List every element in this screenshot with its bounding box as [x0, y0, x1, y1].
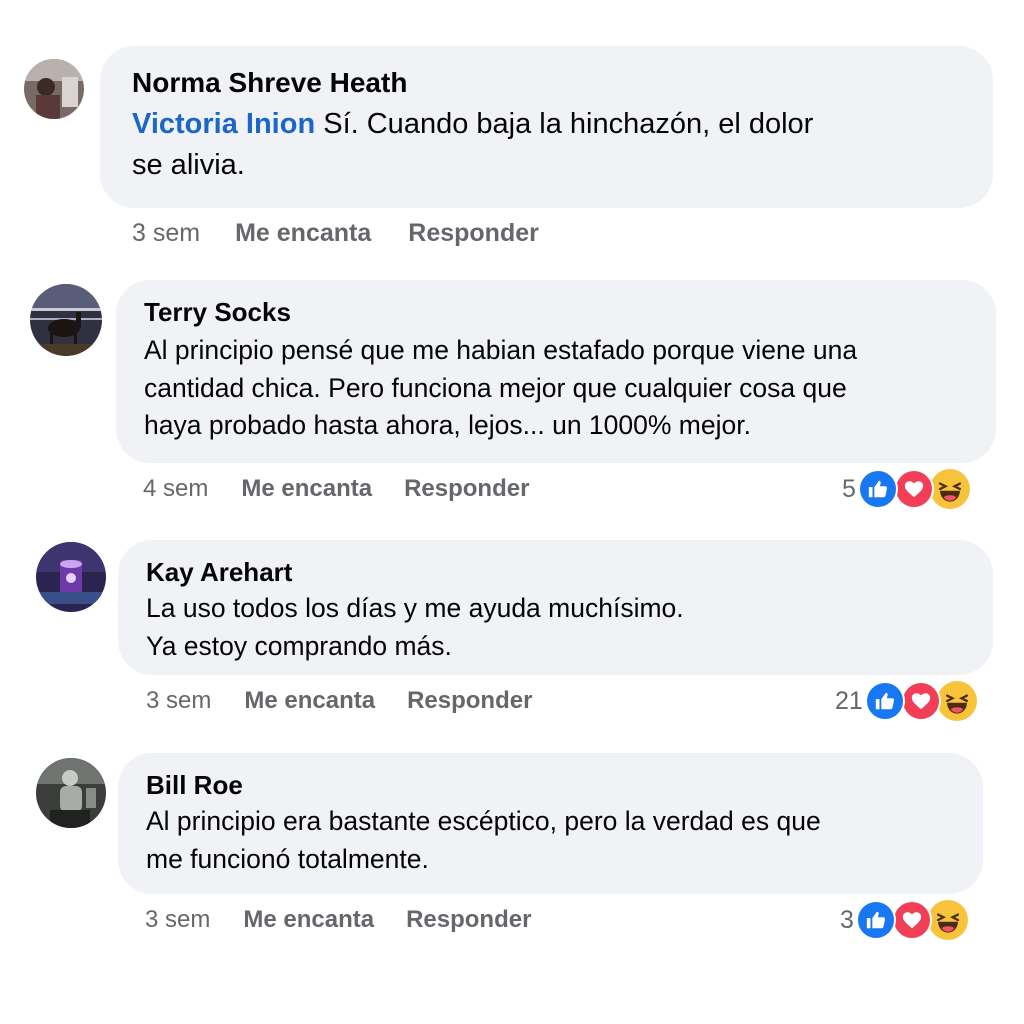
comment-text-line-2: se alivia.: [132, 149, 245, 181]
reactions-summary[interactable]: 5: [842, 468, 970, 510]
reply-button[interactable]: Responder: [406, 906, 531, 934]
like-button[interactable]: Me encanta: [244, 687, 375, 715]
like-icon: [857, 469, 898, 509]
avatar[interactable]: [30, 284, 102, 356]
comment-text-line-2: cantidad chica. Pero funciona mejor que …: [144, 372, 847, 403]
love-icon: [900, 681, 941, 721]
reply-button[interactable]: Responder: [404, 475, 529, 503]
reaction-count: 21: [835, 686, 863, 715]
comment-bubble: Norma Shreve Heath Victoria Inion Sí. Cu…: [100, 46, 993, 208]
like-button[interactable]: Me encanta: [243, 906, 374, 934]
avatar[interactable]: [36, 542, 106, 612]
comment-author[interactable]: Bill Roe: [146, 769, 955, 801]
avatar[interactable]: [24, 59, 84, 119]
haha-icon: [936, 681, 977, 721]
comment-text-line-1: Al principio era bastante escéptico, per…: [146, 806, 821, 836]
comment-timestamp[interactable]: 3 sem: [132, 219, 200, 248]
like-icon: [855, 900, 896, 940]
mention-link[interactable]: Victoria Inion: [132, 108, 315, 140]
comment-timestamp[interactable]: 3 sem: [146, 687, 211, 715]
like-icon: [864, 681, 905, 721]
comment-author[interactable]: Kay Arehart: [146, 556, 965, 588]
love-icon: [893, 469, 934, 509]
comment-author[interactable]: Terry Socks: [144, 296, 968, 328]
comment-author[interactable]: Norma Shreve Heath: [132, 66, 961, 100]
comment-bubble: Bill Roe Al principio era bastante escép…: [118, 753, 983, 894]
comment-text: Al principio pensé que me habian estafad…: [144, 332, 968, 445]
reactions-summary[interactable]: 21: [835, 680, 977, 722]
love-icon: [891, 900, 932, 940]
comment-text-line-2: Ya estoy comprando más.: [146, 630, 452, 661]
comment-bubble: Kay Arehart La uso todos los días y me a…: [118, 540, 993, 675]
comment-text-line-3: haya probado hasta ahora, lejos... un 10…: [144, 410, 751, 440]
haha-icon: [929, 469, 970, 509]
comment-actions: 4 sem Me encanta Responder: [143, 472, 529, 506]
reaction-count: 5: [842, 474, 856, 503]
comment-timestamp[interactable]: 3 sem: [145, 906, 210, 934]
like-button[interactable]: Me encanta: [235, 219, 371, 248]
comment-actions: 3 sem Me encanta Responder: [145, 903, 531, 937]
haha-icon: [927, 900, 968, 940]
reaction-count: 3: [840, 905, 854, 934]
comment-text: La uso todos los días y me ayuda muchísi…: [146, 590, 965, 665]
reply-button[interactable]: Responder: [407, 687, 532, 715]
comment-text-line-1: La uso todos los días y me ayuda muchísi…: [146, 593, 684, 623]
comment-actions: 3 sem Me encanta Responder: [132, 216, 539, 250]
comment-bubble: Terry Socks Al principio pensé que me ha…: [116, 280, 996, 463]
like-button[interactable]: Me encanta: [241, 475, 372, 503]
comment-text-line-1: Sí. Cuando baja la hinchazón, el dolor: [315, 108, 814, 140]
comment-timestamp[interactable]: 4 sem: [143, 475, 208, 503]
comment-text: Al principio era bastante escéptico, per…: [146, 803, 955, 878]
reactions-summary[interactable]: 3: [840, 899, 968, 941]
comment-text-line-2: me funcionó totalmente.: [146, 843, 429, 874]
comment-actions: 3 sem Me encanta Responder: [146, 684, 532, 718]
comment-text: Victoria Inion Sí. Cuando baja la hincha…: [132, 104, 961, 186]
avatar[interactable]: [36, 758, 106, 828]
comment-text-line-1: Al principio pensé que me habian estafad…: [144, 335, 858, 365]
reply-button[interactable]: Responder: [408, 219, 539, 248]
